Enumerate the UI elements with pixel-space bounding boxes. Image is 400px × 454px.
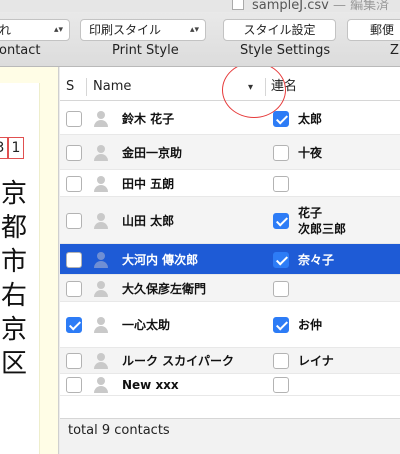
- renmei-checkbox[interactable]: [273, 353, 289, 369]
- address-char: 京: [0, 315, 27, 345]
- table-row[interactable]: 一心太助 お仲: [60, 302, 400, 348]
- renmei-value: 奈々子: [298, 253, 335, 267]
- column-divider: [86, 78, 87, 96]
- contact-popup[interactable]: れ ▴▾: [0, 19, 70, 41]
- table-row[interactable]: 大河内 傳次郎 奈々子: [60, 244, 400, 275]
- renmei-checkbox[interactable]: [273, 111, 289, 127]
- postal-button-label: 郵便: [369, 23, 394, 37]
- contacts-table: S Name ▾ 連名 鈴木 花子 太郎金田一京助 十夜田中 五朗山田 太郎 花子 次…: [60, 67, 400, 454]
- person-icon: [94, 317, 108, 333]
- window-title-filename: sampleJ.csv: [252, 0, 329, 12]
- vertical-address: 京 都 市 右 京 区: [0, 177, 28, 381]
- select-checkbox[interactable]: [66, 281, 82, 297]
- select-checkbox[interactable]: [66, 213, 82, 229]
- column-header-select[interactable]: S: [66, 73, 74, 101]
- select-checkbox[interactable]: [66, 377, 82, 393]
- table-header: S Name ▾ 連名: [60, 67, 400, 118]
- contact-name: 鈴木 花子: [122, 112, 175, 126]
- address-char: 都: [0, 213, 27, 243]
- contact-name: New xxx: [122, 378, 179, 392]
- person-icon: [94, 111, 108, 127]
- postal-button[interactable]: 郵便: [347, 19, 400, 41]
- renmei-checkbox[interactable]: [273, 377, 289, 393]
- select-checkbox[interactable]: [66, 145, 82, 161]
- print-style-label: Print Style: [112, 43, 179, 58]
- postcard-page: 3 1 京 都 市 右 京 区: [0, 83, 40, 454]
- table-row[interactable]: 田中 五朗: [60, 170, 400, 197]
- person-icon: [94, 377, 108, 393]
- table-row[interactable]: 鈴木 花子 太郎: [60, 102, 400, 135]
- style-settings-label: Style Settings: [240, 43, 331, 58]
- renmei-value: 花子 次郎三郎: [298, 206, 347, 236]
- renmei-checkbox[interactable]: [273, 252, 289, 268]
- renmei-value: お仲: [298, 318, 323, 332]
- table-row[interactable]: New xxx: [60, 374, 400, 396]
- renmei-checkbox[interactable]: [273, 145, 289, 161]
- contact-name: 田中 五朗: [122, 177, 175, 191]
- renmei-value: 十夜: [298, 146, 323, 160]
- contact-name: 山田 太郎: [122, 214, 175, 228]
- postal-label: Z: [390, 43, 399, 58]
- address-char: 市: [0, 247, 27, 277]
- renmei-checkbox[interactable]: [273, 176, 289, 192]
- toolbar: れ ▴▾ ontact 印刷スタイル ▴▾ Print Style スタイル設定…: [0, 12, 400, 67]
- address-char: 右: [0, 281, 27, 311]
- select-checkbox[interactable]: [66, 353, 82, 369]
- chevron-updown-icon: ▴▾: [53, 25, 63, 35]
- renmei-checkbox[interactable]: [273, 213, 289, 229]
- document-icon: [232, 0, 244, 10]
- renmei-checkbox[interactable]: [273, 317, 289, 333]
- table-row[interactable]: ルーク スカイパーク レイナ: [60, 348, 400, 374]
- person-icon: [94, 252, 108, 268]
- address-char: 京: [0, 179, 27, 209]
- window-title: sampleJ.csv — 編集済: [252, 0, 389, 12]
- person-icon: [94, 281, 108, 297]
- contact-name: 大久保彦左衛門: [122, 282, 207, 296]
- renmei-checkbox[interactable]: [273, 281, 289, 297]
- select-checkbox[interactable]: [66, 111, 82, 127]
- person-icon: [94, 213, 108, 229]
- person-icon: [94, 176, 108, 192]
- column-header-name[interactable]: Name: [93, 73, 131, 101]
- style-settings-button-label: スタイル設定: [243, 23, 316, 37]
- table-body: 鈴木 花子 太郎金田一京助 十夜田中 五朗山田 太郎 花子 次郎三郎大河内 傳次郎 奈々…: [60, 102, 400, 396]
- contact-name: ルーク スカイパーク: [122, 354, 234, 368]
- renmei-value: 太郎: [298, 112, 323, 126]
- table-row[interactable]: 山田 太郎 花子 次郎三郎: [60, 197, 400, 244]
- table-footer: total 9 contacts: [60, 418, 400, 454]
- print-style-value: 印刷スタイル: [89, 23, 162, 37]
- postal-digit-box: 1: [8, 137, 24, 159]
- print-style-popup[interactable]: 印刷スタイル ▴▾: [80, 19, 206, 41]
- contact-count: total 9 contacts: [68, 423, 170, 438]
- contact-popup-value: れ: [0, 23, 12, 37]
- postal-digit-box: 3: [0, 137, 8, 159]
- select-checkbox[interactable]: [66, 176, 82, 192]
- style-settings-button[interactable]: スタイル設定: [223, 19, 336, 41]
- title-bar: sampleJ.csv — 編集済: [0, 0, 400, 12]
- postcard-preview: 3 1 京 都 市 右 京 区: [0, 67, 59, 454]
- contact-name: 大河内 傳次郎: [122, 253, 199, 267]
- contact-name: 金田一京助: [122, 146, 183, 160]
- renmei-value: レイナ: [298, 354, 334, 368]
- select-checkbox[interactable]: [66, 252, 82, 268]
- person-icon: [94, 145, 108, 161]
- window-title-status: — 編集済: [333, 0, 390, 12]
- contact-name: 一心太助: [122, 318, 171, 332]
- person-icon: [94, 353, 108, 369]
- chevron-updown-icon: ▴▾: [189, 25, 199, 35]
- address-char: 区: [0, 349, 27, 379]
- contact-label: ontact: [0, 43, 41, 58]
- select-checkbox[interactable]: [66, 317, 82, 333]
- table-row[interactable]: 大久保彦左衛門: [60, 275, 400, 302]
- table-row[interactable]: 金田一京助 十夜: [60, 135, 400, 170]
